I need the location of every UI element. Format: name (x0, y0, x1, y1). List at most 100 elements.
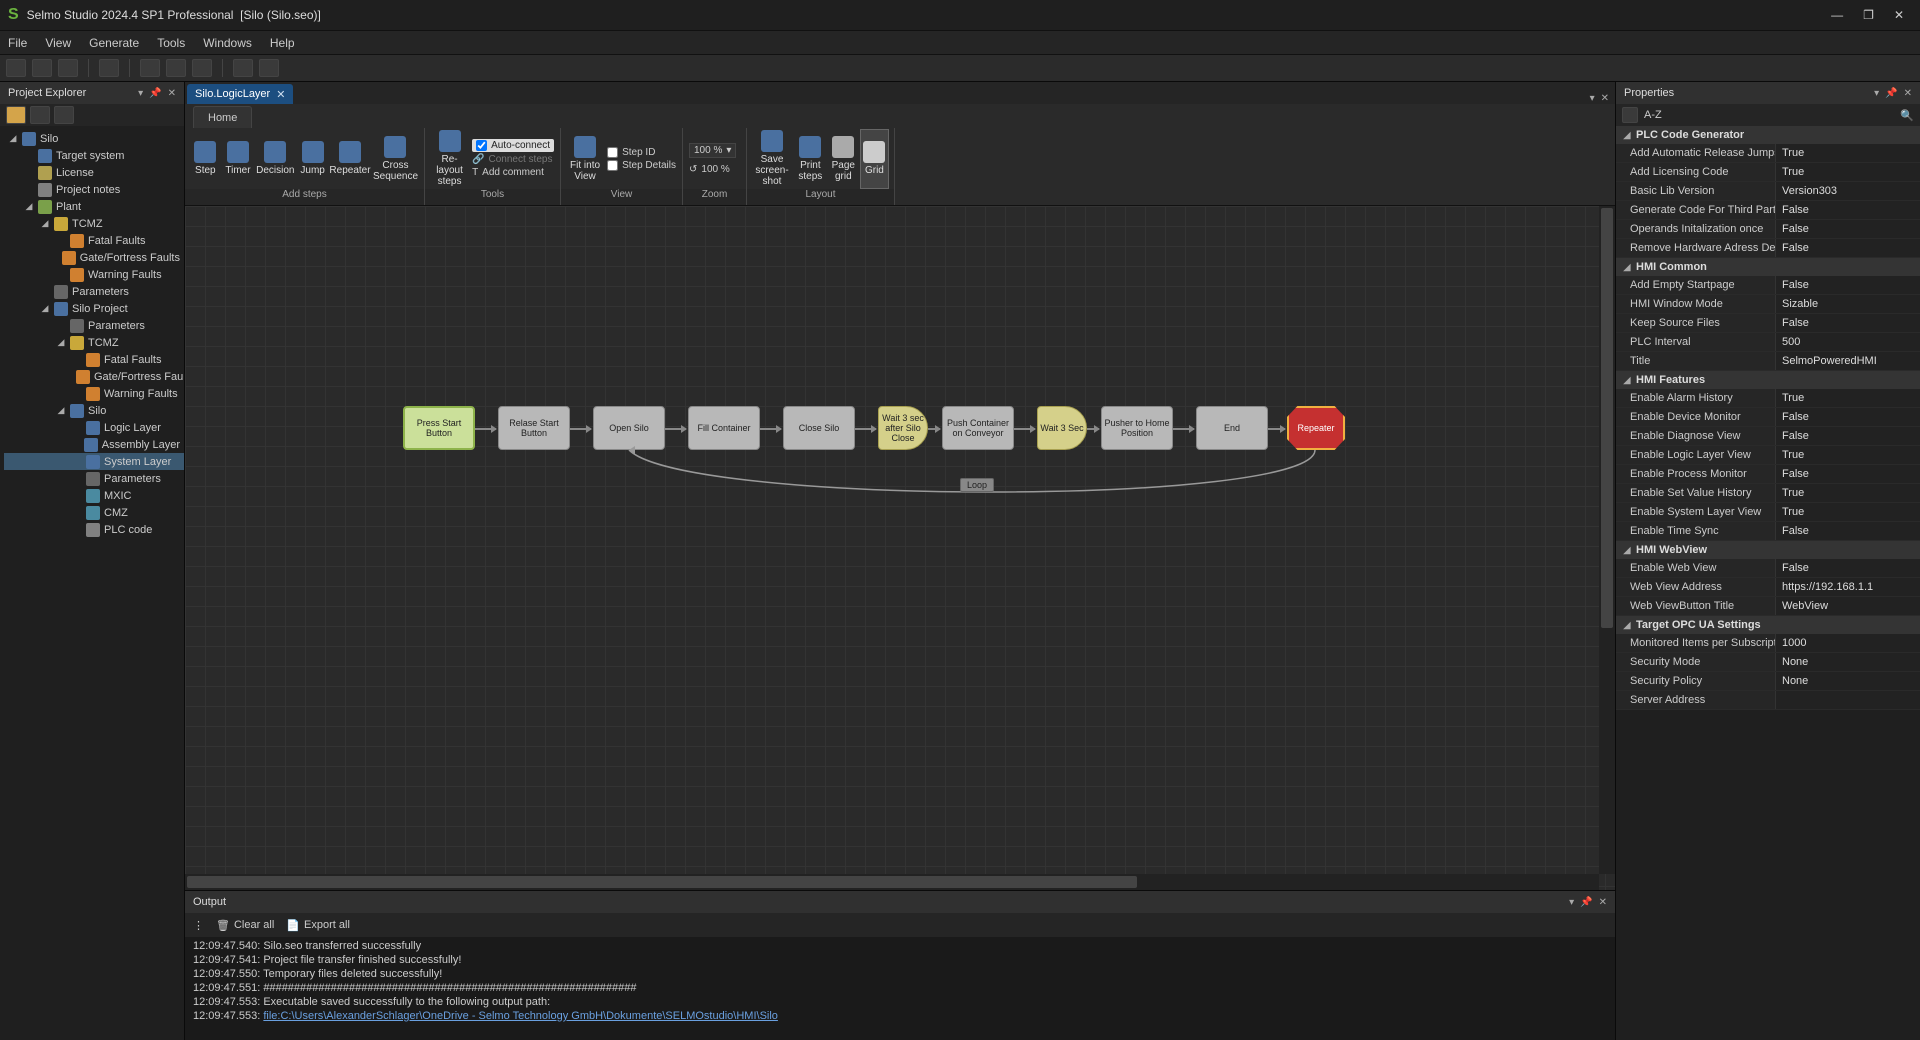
explorer-tool-2[interactable] (30, 106, 50, 124)
canvas-scroll-v[interactable] (1599, 206, 1615, 874)
props-close[interactable]: ✕ (1904, 88, 1912, 99)
prop-row[interactable]: Enable Set Value HistoryTrue (1616, 484, 1920, 503)
fit-view-button[interactable]: Fit into View (567, 130, 603, 188)
toolbar-btn-7[interactable] (192, 59, 212, 77)
flow-canvas[interactable]: Press Start Button Relase Start Button Ope… (185, 206, 1615, 890)
prop-group-target-opc-ua-settings[interactable]: ◢Target OPC UA Settings (1616, 616, 1920, 634)
tree-item-fatal-faults[interactable]: Fatal Faults (4, 351, 184, 368)
flow-node-n2[interactable]: Open Silo (593, 406, 665, 450)
tree-item-tcmz[interactable]: ◢TCMZ (4, 334, 184, 351)
props-categorized-icon[interactable] (1622, 107, 1638, 123)
toolbar-btn-4[interactable] (99, 59, 119, 77)
output-pin[interactable]: 📌 (1580, 897, 1592, 908)
minimize-button[interactable]: — (1831, 8, 1843, 22)
clear-all-button[interactable]: 🗑Clear all (216, 919, 274, 932)
menu-help[interactable]: Help (270, 36, 295, 50)
tree-item-assembly-layer[interactable]: Assembly Layer (4, 436, 184, 453)
grid-button[interactable]: Grid (861, 130, 888, 188)
page-grid-button[interactable]: Page grid (830, 130, 857, 188)
prop-row[interactable]: Add Licensing CodeTrue (1616, 163, 1920, 182)
tree-item-plc-code[interactable]: PLC code (4, 521, 184, 538)
explorer-close[interactable]: ✕ (168, 88, 176, 99)
relayout-button[interactable]: Re-layout steps (431, 130, 468, 188)
search-icon[interactable]: 🔍 (1900, 109, 1914, 122)
timer-button[interactable]: Timer (224, 130, 253, 188)
prop-row[interactable]: Remove Hardware Adress DeclarationFalse (1616, 239, 1920, 258)
stepdetails-toggle[interactable]: Step Details (607, 160, 676, 171)
tree-item-silo-project[interactable]: ◢Silo Project (4, 300, 184, 317)
repeater-button[interactable]: Repeater (331, 130, 369, 188)
auto-connect-toggle[interactable]: Auto-connect (472, 139, 554, 152)
flow-node-n3[interactable]: Fill Container (688, 406, 760, 450)
properties-grid[interactable]: ◢PLC Code GeneratorAdd Automatic Release… (1616, 126, 1920, 1040)
prop-row[interactable]: Add Automatic Release JumpsTrue (1616, 144, 1920, 163)
prop-row[interactable]: Monitored Items per Subscription1000 (1616, 634, 1920, 653)
jump-button[interactable]: Jump (298, 130, 327, 188)
prop-group-hmi-common[interactable]: ◢HMI Common (1616, 258, 1920, 276)
prop-row[interactable]: Add Empty StartpageFalse (1616, 276, 1920, 295)
props-dropdown[interactable]: ▾ (1874, 88, 1879, 99)
flow-node-n6[interactable]: Push Container on Conveyor (942, 406, 1014, 450)
props-sort-label[interactable]: A-Z (1644, 109, 1662, 121)
prop-row[interactable]: Web ViewButton TitleWebView (1616, 597, 1920, 616)
tree-item-fatal-faults[interactable]: Fatal Faults (4, 232, 184, 249)
tree-item-silo[interactable]: ◢Silo (4, 130, 184, 147)
toolbar-btn-1[interactable] (6, 59, 26, 77)
prop-row[interactable]: Enable Device MonitorFalse (1616, 408, 1920, 427)
toolbar-btn-3[interactable] (58, 59, 78, 77)
props-pin[interactable]: 📌 (1885, 88, 1897, 99)
explorer-dropdown[interactable]: ▾ (138, 88, 143, 99)
zoom-level-1[interactable]: 100 %▾ (689, 143, 736, 158)
prop-row[interactable]: Security ModeNone (1616, 653, 1920, 672)
toolbar-btn-5[interactable] (140, 59, 160, 77)
prop-row[interactable]: Enable Time SyncFalse (1616, 522, 1920, 541)
add-comment-button[interactable]: TAdd comment (472, 167, 554, 178)
toolbar-btn-6[interactable] (166, 59, 186, 77)
tree-item-parameters[interactable]: Parameters (4, 317, 184, 334)
explorer-pin[interactable]: 📌 (149, 88, 161, 99)
prop-row[interactable]: Enable Web ViewFalse (1616, 559, 1920, 578)
editor-tab-logiclayer[interactable]: Silo.LogicLayer ✕ (187, 84, 293, 104)
step-button[interactable]: Step (191, 130, 220, 188)
tree-item-gate-fortress-faults[interactable]: Gate/Fortress Faults (4, 368, 184, 385)
flow-node-n5[interactable]: Wait 3 sec after Silo Close (878, 406, 928, 450)
flow-node-n7[interactable]: Wait 3 Sec (1037, 406, 1087, 450)
prop-group-hmi-webview[interactable]: ◢HMI WebView (1616, 541, 1920, 559)
tree-item-silo[interactable]: ◢Silo (4, 402, 184, 419)
prop-row[interactable]: Security PolicyNone (1616, 672, 1920, 691)
output-dropdown[interactable]: ▾ (1569, 897, 1574, 908)
tabstrip-dropdown[interactable]: ▾ (1590, 93, 1595, 104)
stepid-toggle[interactable]: Step ID (607, 147, 676, 158)
tree-item-warning-faults[interactable]: Warning Faults (4, 266, 184, 283)
tree-item-license[interactable]: License (4, 164, 184, 181)
menu-file[interactable]: File (8, 36, 27, 50)
tab-close-icon[interactable]: ✕ (276, 88, 285, 101)
prop-row[interactable]: Generate Code For Third Party HMIFalse (1616, 201, 1920, 220)
menu-view[interactable]: View (45, 36, 71, 50)
tree-item-plant[interactable]: ◢Plant (4, 198, 184, 215)
flow-node-n9[interactable]: End (1196, 406, 1268, 450)
export-all-button[interactable]: 📄Export all (286, 919, 350, 932)
prop-row[interactable]: Keep Source FilesFalse (1616, 314, 1920, 333)
prop-row[interactable]: Enable Logic Layer ViewTrue (1616, 446, 1920, 465)
output-close[interactable]: ✕ (1599, 897, 1607, 908)
prop-row[interactable]: Enable Diagnose ViewFalse (1616, 427, 1920, 446)
toolbar-btn-2[interactable] (32, 59, 52, 77)
tree-item-mxic[interactable]: MXIC (4, 487, 184, 504)
flow-node-n1[interactable]: Relase Start Button (498, 406, 570, 450)
print-steps-button[interactable]: Print steps (795, 130, 826, 188)
connect-steps-button[interactable]: 🔗Connect steps (472, 154, 554, 165)
toolbar-btn-9[interactable] (259, 59, 279, 77)
prop-row[interactable]: Web View Addresshttps://192.168.1.1 (1616, 578, 1920, 597)
prop-row[interactable]: Basic Lib VersionVersion303 (1616, 182, 1920, 201)
canvas-scroll-h[interactable] (185, 874, 1599, 890)
ribbon-tab-home[interactable]: Home (193, 106, 252, 128)
menu-windows[interactable]: Windows (203, 36, 252, 50)
flow-node-n0[interactable]: Press Start Button (403, 406, 475, 450)
tree-item-target-system[interactable]: Target system (4, 147, 184, 164)
menu-tools[interactable]: Tools (157, 36, 185, 50)
tree-item-parameters[interactable]: Parameters (4, 470, 184, 487)
tree-item-system-layer[interactable]: System Layer (4, 453, 184, 470)
flow-node-n4[interactable]: Close Silo (783, 406, 855, 450)
tree-item-parameters[interactable]: Parameters (4, 283, 184, 300)
